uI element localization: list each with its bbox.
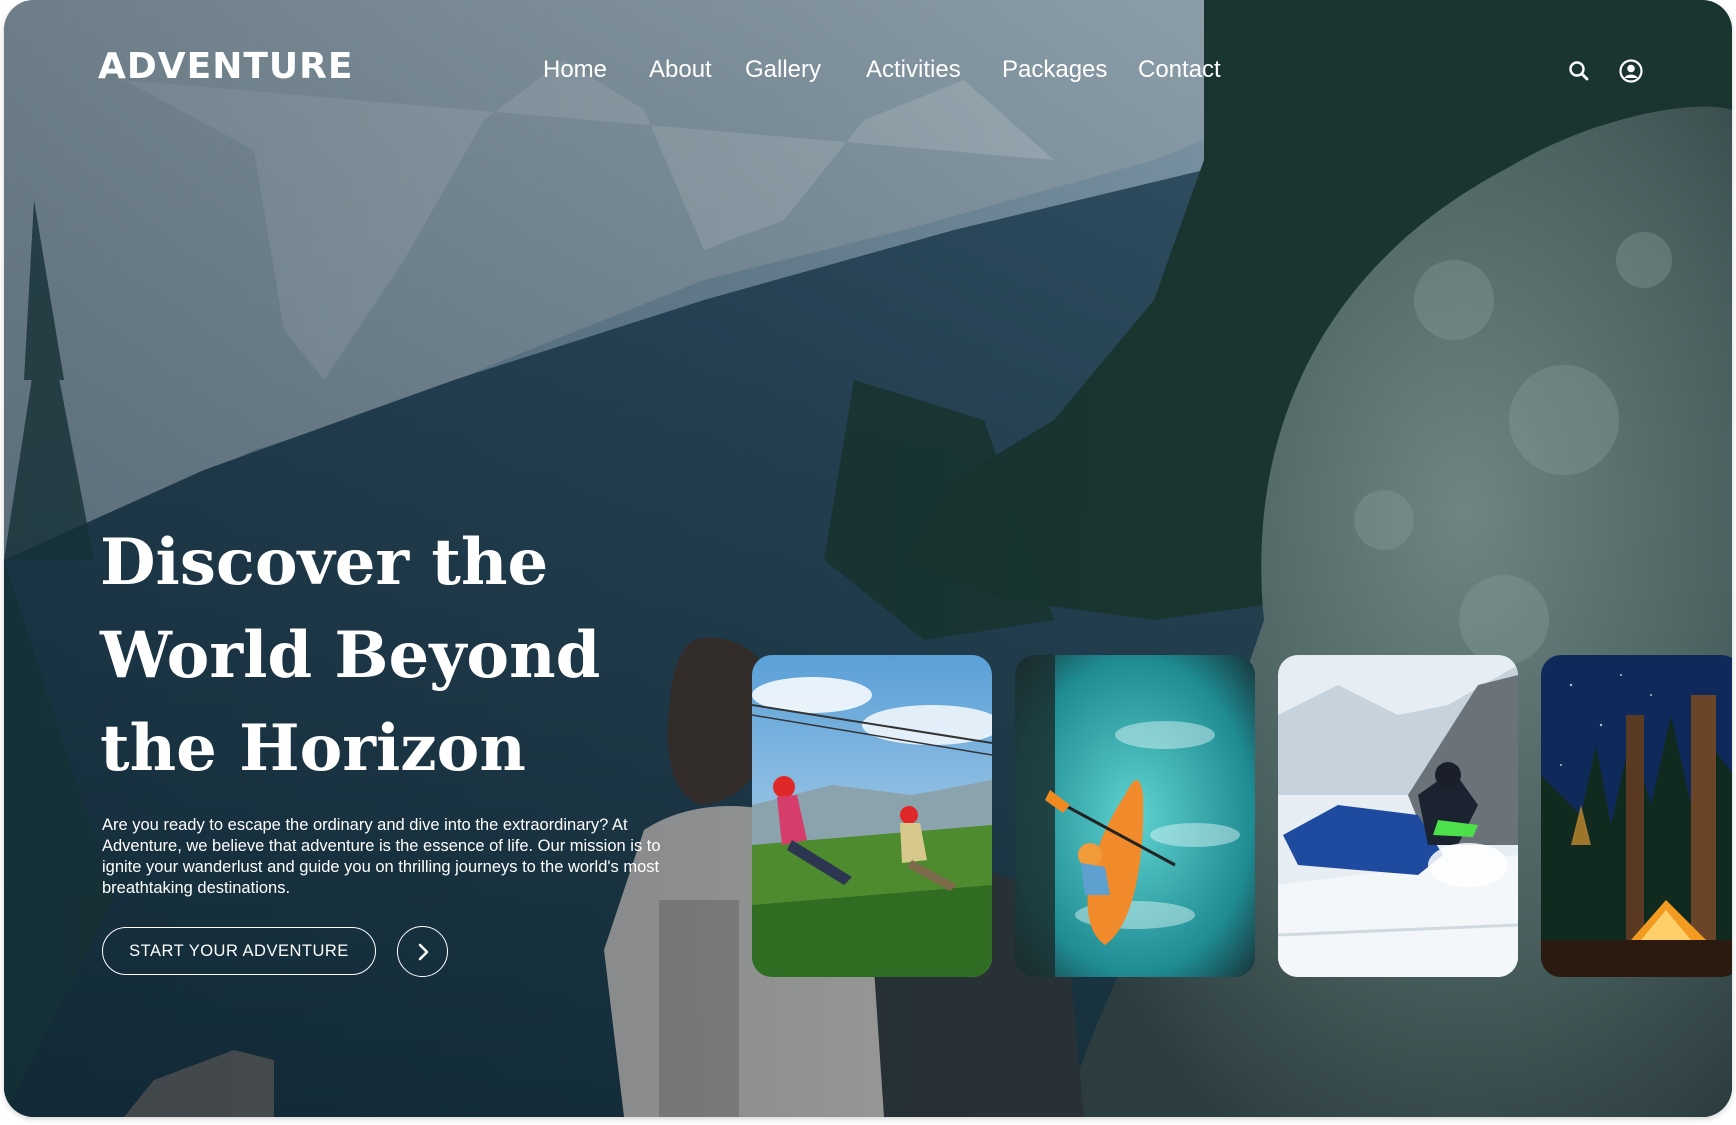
zipline-image: [752, 655, 992, 977]
hero-section: ADVENTURE Home About Gallery Activities …: [4, 0, 1732, 1117]
activity-card-kayaking[interactable]: [1015, 655, 1255, 977]
snowmobile-image: [1278, 655, 1518, 977]
chevron-right-icon: [418, 943, 428, 960]
nav-item-gallery[interactable]: Gallery: [745, 56, 821, 84]
hero-title-line: the Horizon: [100, 711, 526, 786]
camping-image: [1541, 655, 1732, 977]
nav-item-packages[interactable]: Packages: [1002, 56, 1107, 84]
activity-card-camping[interactable]: [1541, 655, 1732, 977]
activity-card-zipline[interactable]: [752, 655, 992, 977]
hero-title-line: Discover the: [100, 525, 549, 600]
search-icon[interactable]: [1566, 58, 1592, 84]
next-arrow-button[interactable]: [397, 926, 448, 977]
nav-item-activities[interactable]: Activities: [866, 56, 961, 84]
nav-item-contact[interactable]: Contact: [1138, 56, 1221, 84]
activity-card-snowmobile[interactable]: [1278, 655, 1518, 977]
kayaking-image: [1015, 655, 1255, 977]
hero-description: Are you ready to escape the ordinary and…: [102, 816, 661, 897]
nav-item-home[interactable]: Home: [543, 56, 607, 84]
hero-title: Discover the World Beyond the Horizon: [100, 516, 660, 795]
nav-item-about[interactable]: About: [649, 56, 712, 84]
start-adventure-button[interactable]: START YOUR ADVENTURE: [102, 927, 376, 975]
user-circle-icon[interactable]: [1618, 58, 1644, 84]
main-navigation: Home About Gallery Activities Packages C…: [4, 56, 1732, 90]
hero-title-line: World Beyond: [100, 618, 601, 693]
